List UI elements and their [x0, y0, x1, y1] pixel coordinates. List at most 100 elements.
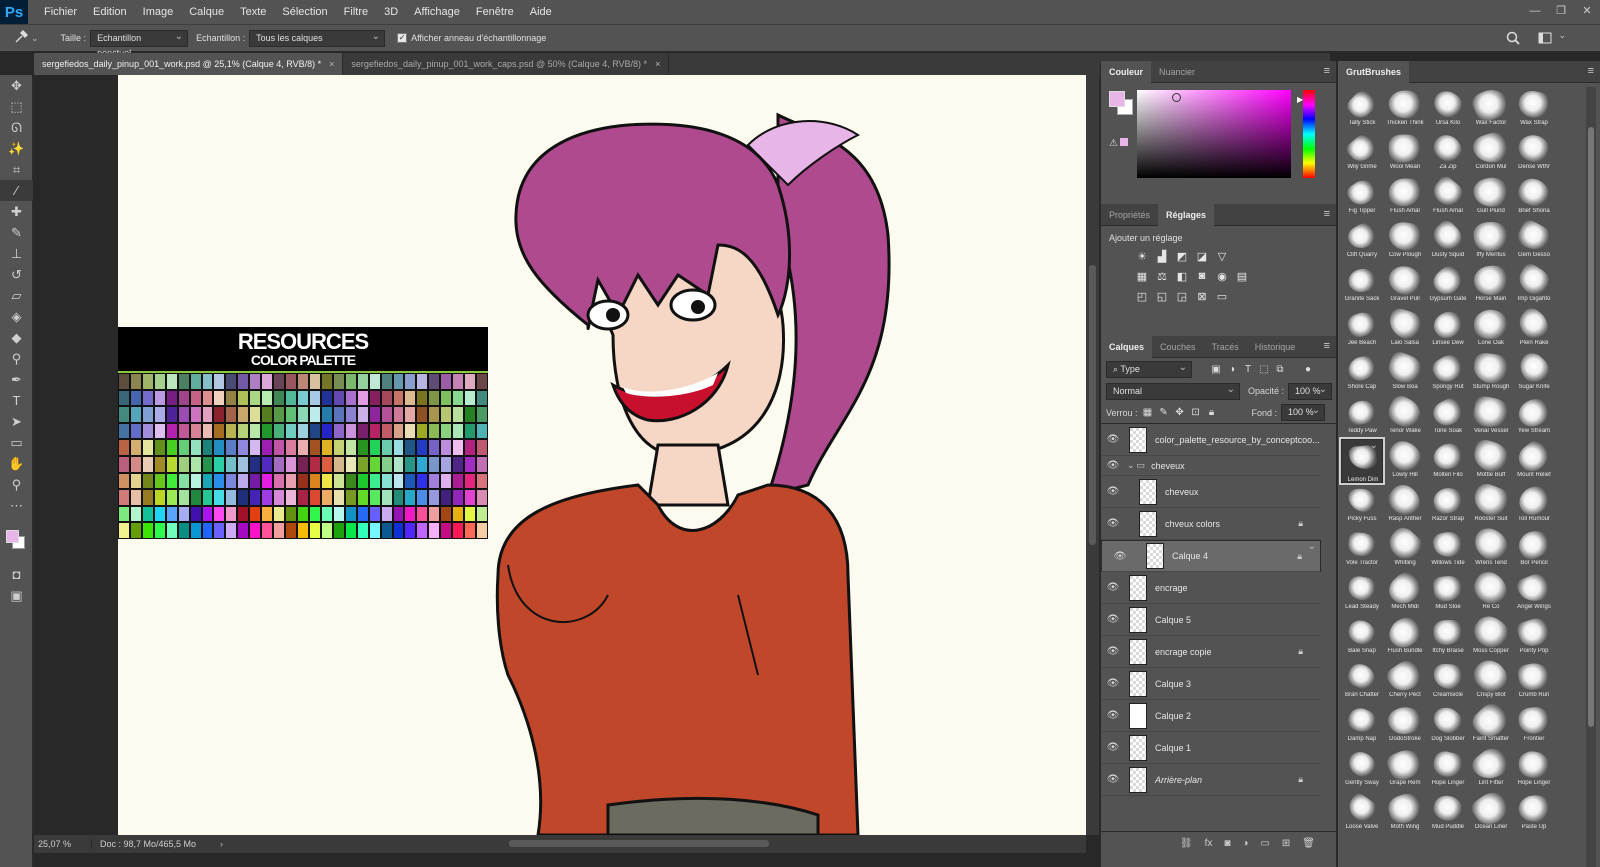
- color-balance-icon[interactable]: ⚖: [1155, 269, 1169, 283]
- hand-tool-icon[interactable]: ✋: [0, 453, 33, 474]
- brush-preset[interactable]: Lowly Hill: [1383, 436, 1427, 483]
- brush-preset[interactable]: Cherry Pect: [1383, 655, 1427, 703]
- layer-row[interactable]: 👁︎ Calque 1: [1101, 732, 1321, 764]
- layer-name[interactable]: Calque 5: [1155, 615, 1191, 625]
- menu-item[interactable]: Fichier: [36, 0, 85, 24]
- search-icon[interactable]: [1506, 31, 1520, 48]
- brush-preset[interactable]: Creamsicle: [1427, 659, 1469, 703]
- tab-couleur[interactable]: Couleur: [1101, 60, 1152, 83]
- brush-preset[interactable]: Tenor Wake: [1384, 392, 1426, 439]
- visibility-eye-icon[interactable]: 👁︎: [1101, 486, 1125, 497]
- exposure-icon[interactable]: ◪: [1195, 249, 1209, 263]
- brush-panel-title[interactable]: GrutBrushes: [1338, 60, 1410, 83]
- brush-preset[interactable]: Stump Rough: [1470, 351, 1512, 395]
- close-tab-icon[interactable]: ×: [329, 59, 334, 69]
- threshold-icon[interactable]: ◲: [1175, 289, 1189, 303]
- lock-all-icon[interactable]: 🔒︎: [1206, 407, 1218, 419]
- vibrance-icon[interactable]: ▽: [1215, 249, 1229, 263]
- panel-menu-icon[interactable]: ≡: [1324, 65, 1330, 77]
- status-menu-arrow-icon[interactable]: ›: [214, 839, 229, 849]
- brush-preset[interactable]: Grape Rem: [1384, 745, 1426, 791]
- foreground-color-swatch[interactable]: [1109, 91, 1125, 107]
- brush-preset[interactable]: Linsee Dew: [1427, 306, 1469, 351]
- dodge-tool-icon[interactable]: ⚲: [0, 348, 33, 369]
- tab-proprietes[interactable]: Propriétés: [1101, 204, 1158, 226]
- brush-preset[interactable]: Moth Wing: [1384, 790, 1426, 835]
- brush-preset[interactable]: Thicken Think: [1384, 87, 1426, 131]
- brush-preset[interactable]: Imp Gigahto: [1513, 261, 1555, 307]
- layer-name[interactable]: Calque 4: [1172, 549, 1208, 564]
- brush-preset[interactable]: Cow Plough: [1384, 219, 1426, 263]
- layer-name[interactable]: cheveux: [1151, 461, 1185, 471]
- minimize-button[interactable]: —: [1522, 0, 1548, 24]
- layer-thumbnail[interactable]: [1139, 510, 1157, 537]
- menu-item[interactable]: Filtre: [336, 0, 376, 24]
- brush-preset[interactable]: Picky Fuss: [1341, 483, 1383, 527]
- brush-preset[interactable]: Ursa Kilo: [1427, 86, 1469, 131]
- brush-preset[interactable]: Bale Snap: [1341, 615, 1383, 659]
- brush-preset[interactable]: Molten Filo: [1427, 439, 1469, 483]
- hue-saturation-icon[interactable]: ▦: [1135, 269, 1149, 283]
- tool-preset-chevron-icon[interactable]: ⌄: [31, 33, 39, 44]
- brush-preset[interactable]: Pointy Pop: [1513, 615, 1555, 659]
- brush-preset[interactable]: Ocean Liner: [1468, 786, 1514, 835]
- new-adjustment-icon[interactable]: ◑: [1242, 838, 1248, 849]
- menu-item[interactable]: Affichage: [406, 0, 468, 24]
- restore-button[interactable]: ❐: [1548, 0, 1574, 24]
- menu-item[interactable]: Image: [135, 0, 182, 24]
- filter-smart-icon[interactable]: ⧉: [1274, 363, 1286, 375]
- tab-historique[interactable]: Historique: [1247, 336, 1304, 358]
- menu-item[interactable]: Aide: [522, 0, 560, 24]
- layer-thumbnail[interactable]: [1129, 670, 1147, 697]
- layer-name[interactable]: Calque 2: [1155, 711, 1191, 721]
- panel-menu-icon[interactable]: ≡: [1324, 208, 1330, 220]
- layer-thumbnail[interactable]: [1139, 478, 1157, 505]
- tab-couches[interactable]: Couches: [1152, 336, 1204, 358]
- bucket-tool-icon[interactable]: ◈: [0, 306, 33, 327]
- posterize-icon[interactable]: ◱: [1155, 289, 1169, 303]
- brush-preset[interactable]: Toll Rumour: [1513, 481, 1555, 527]
- layer-name[interactable]: Calque 1: [1155, 743, 1191, 753]
- delete-layer-icon[interactable]: 🗑︎: [1302, 838, 1315, 849]
- brush-preset[interactable]: Cordon Mul: [1470, 129, 1512, 175]
- panel-menu-icon[interactable]: ≡: [1324, 340, 1330, 352]
- document-tab[interactable]: sergefiedos_daily_pinup_001_work_caps.ps…: [343, 53, 670, 75]
- brush-preset[interactable]: Teddy Paw: [1341, 395, 1383, 439]
- brush-preset[interactable]: Lemon Dim: [1339, 437, 1385, 485]
- brush-preset[interactable]: Gull Plund: [1470, 174, 1512, 219]
- visibility-eye-icon[interactable]: 👁︎: [1101, 518, 1125, 529]
- brush-preset[interactable]: Itchy Braise: [1427, 615, 1469, 659]
- zoom-tool-icon[interactable]: ⚲: [0, 474, 33, 495]
- brush-preset[interactable]: Mud Puddle: [1427, 791, 1469, 835]
- filter-toggle-icon[interactable]: ●: [1302, 363, 1314, 375]
- brush-preset[interactable]: Lone Oak: [1470, 307, 1512, 351]
- lasso-tool-icon[interactable]: ᘏ: [0, 117, 33, 138]
- brush-preset[interactable]: Sugar Knife: [1513, 348, 1555, 395]
- layer-name[interactable]: chveux colors: [1165, 519, 1220, 529]
- visibility-eye-icon[interactable]: 👁︎: [1101, 582, 1125, 593]
- pen-tool-icon[interactable]: ✒: [0, 369, 33, 390]
- filter-pixel-icon[interactable]: ▣: [1210, 363, 1222, 375]
- photo-filter-icon[interactable]: ◙: [1195, 269, 1209, 283]
- levels-icon[interactable]: ▟: [1155, 249, 1169, 263]
- brush-preset[interactable]: Flush Amal: [1427, 173, 1469, 219]
- history-tool-icon[interactable]: ↺: [0, 264, 33, 285]
- filter-type-icon[interactable]: T: [1242, 363, 1254, 375]
- brush-preset[interactable]: Horse Main: [1470, 263, 1512, 307]
- filter-shape-icon[interactable]: ⬚: [1258, 363, 1270, 375]
- visibility-eye-icon[interactable]: 👁︎: [1101, 774, 1125, 785]
- wand-tool-icon[interactable]: ✨: [0, 138, 33, 159]
- layer-thumbnail[interactable]: [1146, 543, 1164, 569]
- layer-row[interactable]: 👁︎ Calque 2: [1101, 700, 1321, 732]
- brush-preset[interactable]: Wrens Tend: [1469, 523, 1513, 571]
- brush-preset[interactable]: Plein Rake: [1513, 304, 1555, 351]
- brush-preset[interactable]: Slow Boa: [1384, 349, 1426, 395]
- brush-preset[interactable]: Loose Valve: [1341, 791, 1383, 835]
- layer-row[interactable]: 👁︎ encrage copie 🔒︎: [1101, 636, 1321, 668]
- blend-mode-select[interactable]: Normal: [1106, 382, 1240, 400]
- layer-style-icon[interactable]: fx: [1205, 838, 1213, 849]
- quickmask-icon[interactable]: ◘: [0, 564, 33, 585]
- brush-preset[interactable]: Brief Shona: [1513, 174, 1555, 219]
- opacity-input[interactable]: 100 %: [1288, 382, 1333, 400]
- brush-preset[interactable]: Dense Wthr: [1513, 131, 1555, 175]
